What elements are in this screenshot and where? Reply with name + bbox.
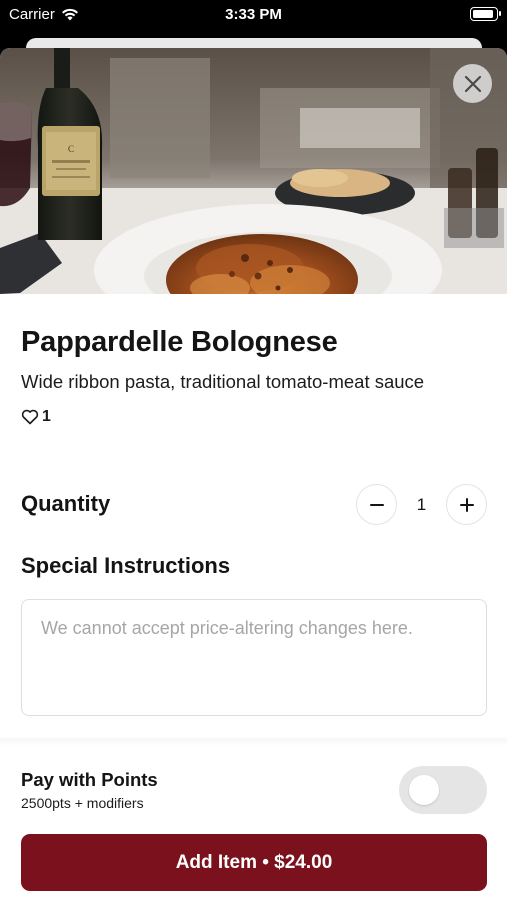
status-bar: Carrier 3:33 PM xyxy=(0,0,507,30)
increment-button[interactable] xyxy=(446,484,487,525)
battery-icon xyxy=(470,7,501,21)
toggle-knob xyxy=(409,775,439,805)
like-count-value: 1 xyxy=(42,408,51,425)
item-description: Wide ribbon pasta, traditional tomato-me… xyxy=(21,371,425,392)
pay-with-points-toggle[interactable] xyxy=(399,766,487,814)
quantity-value: 1 xyxy=(416,494,427,514)
food-photo: C xyxy=(0,48,507,294)
item-detail-sheet: C Pappardelle Bolognese Wide ribbon past… xyxy=(0,48,507,900)
close-icon xyxy=(464,75,481,92)
item-photo: C xyxy=(0,48,507,294)
item-title: Pappardelle Bolognese xyxy=(21,326,338,358)
heart-icon xyxy=(21,409,39,425)
minus-icon xyxy=(369,503,384,506)
points-cost: 2500pts + modifiers xyxy=(21,795,144,811)
decrement-button[interactable] xyxy=(356,484,397,525)
special-instructions-label: Special Instructions xyxy=(21,553,231,578)
svg-text:C: C xyxy=(68,144,74,154)
special-instructions-input[interactable] xyxy=(21,599,487,716)
quantity-label: Quantity xyxy=(21,491,111,516)
like-count[interactable]: 1 xyxy=(21,408,51,426)
quantity-stepper: 1 xyxy=(356,484,487,525)
status-time: 3:33 PM xyxy=(225,6,282,23)
plus-icon xyxy=(459,497,474,512)
pay-with-points-label: Pay with Points xyxy=(21,769,158,790)
add-item-button[interactable]: Add Item • $24.00 xyxy=(21,834,487,891)
add-item-button-label: Add Item • $24.00 xyxy=(175,851,333,873)
close-button[interactable] xyxy=(453,64,492,103)
section-divider xyxy=(0,738,507,746)
